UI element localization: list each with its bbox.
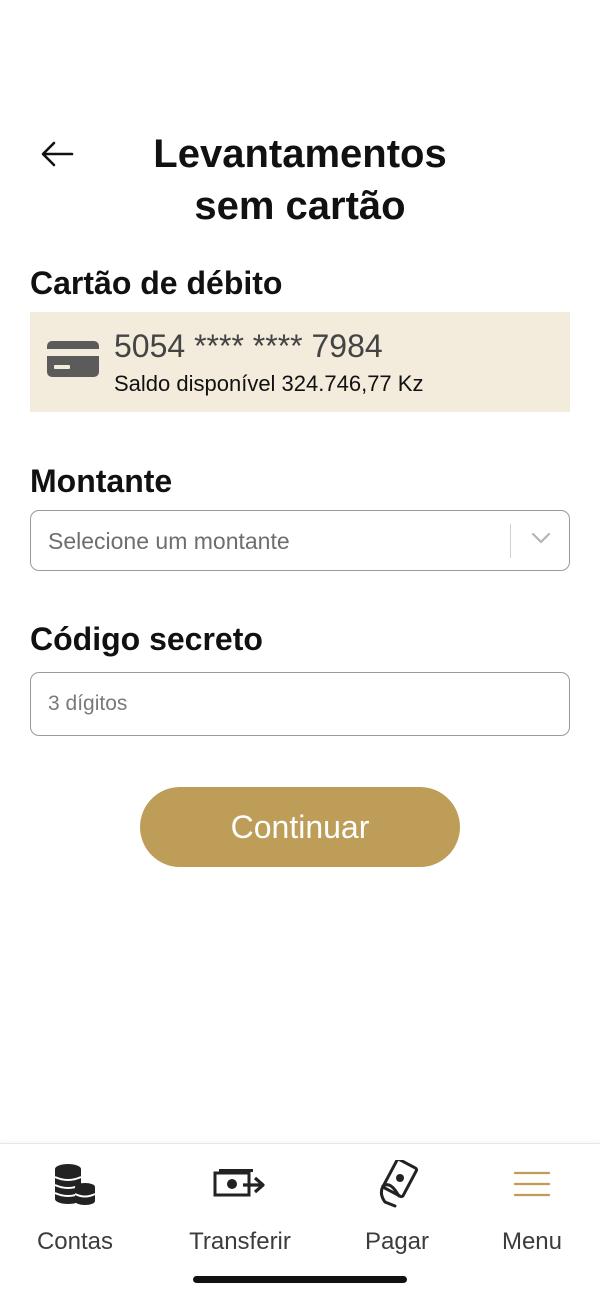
debit-card-panel[interactable]: 5054 **** **** 7984 Saldo disponível 324… (30, 312, 570, 412)
tab-pagar-label: Pagar (364, 1228, 430, 1255)
available-balance: Saldo disponível 324.746,77 Kz (114, 371, 424, 396)
arrow-left-icon (41, 141, 74, 167)
amount-select-placeholder: Selecione um montante (48, 528, 290, 554)
secret-code-input[interactable] (31, 673, 569, 735)
continue-button[interactable]: Continuar (140, 787, 460, 867)
card-number: 5054 **** **** 7984 (114, 328, 383, 364)
hamburger-menu-icon (514, 1160, 550, 1208)
page-title: Levantamentos sem cartão (100, 128, 500, 232)
tab-pagar[interactable]: Pagar (327, 1160, 467, 1260)
tab-contas-label: Contas (36, 1228, 114, 1255)
tab-transferir-label: Transferir (189, 1228, 291, 1255)
amount-label: Montante (30, 463, 173, 499)
chevron-down-icon (531, 531, 551, 550)
coins-stack-icon (53, 1160, 97, 1208)
tab-menu-label: Menu (501, 1228, 563, 1255)
amount-select[interactable]: Selecione um montante (30, 510, 570, 571)
select-divider (510, 524, 511, 558)
page-title-line2: sem cartão (194, 184, 406, 228)
secret-code-label: Código secreto (30, 621, 263, 657)
debit-card-label: Cartão de débito (30, 265, 283, 301)
home-indicator (193, 1276, 407, 1283)
credit-card-icon (46, 340, 100, 383)
money-transfer-icon (213, 1160, 267, 1208)
hand-payment-icon (375, 1160, 419, 1208)
cardless-withdrawal-screen: Levantamentos sem cartão Cartão de débit… (0, 0, 600, 1299)
tab-menu[interactable]: Menu (462, 1160, 600, 1260)
back-button[interactable] (36, 134, 78, 174)
page-title-line1: Levantamentos (153, 132, 447, 176)
tab-transferir[interactable]: Transferir (170, 1160, 310, 1260)
tab-contas[interactable]: Contas (5, 1160, 145, 1260)
secret-code-field (30, 672, 570, 736)
